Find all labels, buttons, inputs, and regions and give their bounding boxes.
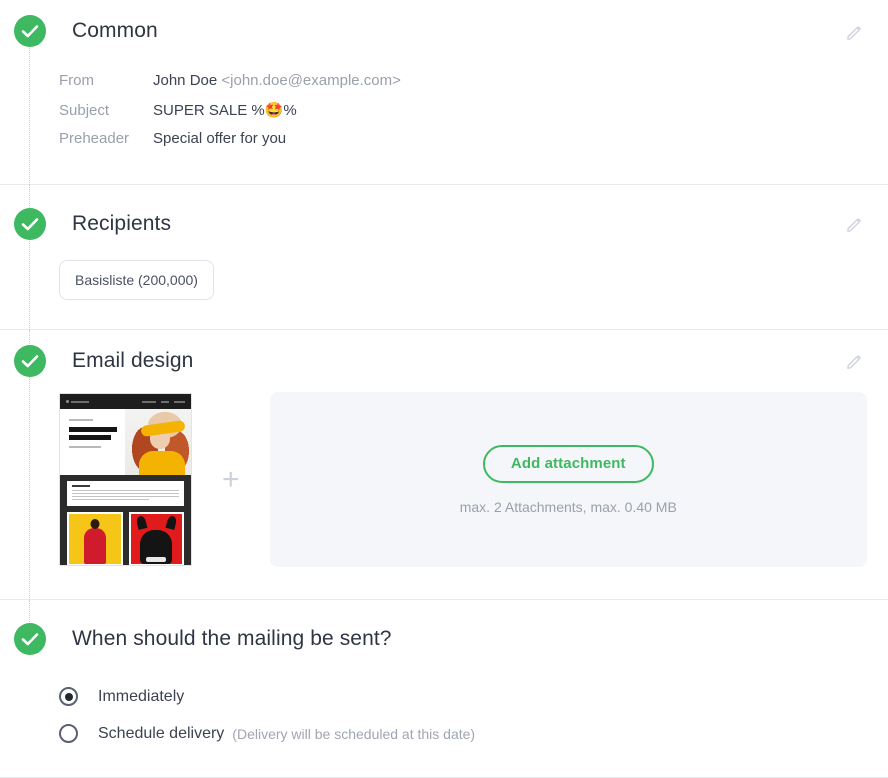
field-label: Subject — [59, 102, 110, 119]
pencil-icon — [846, 354, 861, 369]
check-circle-icon — [14, 15, 46, 47]
section-title: Recipients — [72, 212, 172, 235]
section-title: When should the mailing be sent? — [72, 627, 392, 650]
field-row-preheader: Preheader Special offer for you — [59, 130, 401, 159]
field-row-from: From John Doe <john.doe@example.com> — [59, 72, 401, 101]
thumbnail-nav-links — [142, 400, 185, 403]
add-attachment-button[interactable]: Add attachment — [482, 444, 654, 483]
recipient-list-label: Basisliste (200,000) — [75, 272, 198, 288]
email-design-body: + Add attachment max. 2 Attachments, max… — [0, 392, 888, 567]
radio-button-immediately[interactable] — [59, 687, 78, 706]
thumbnail-hero-text — [69, 419, 127, 448]
thumbnail-hero — [60, 409, 191, 475]
common-fields: From John Doe <john.doe@example.com> Sub… — [59, 72, 401, 159]
thumbnail-text-card — [67, 481, 184, 506]
thumbnail-navbar — [60, 394, 191, 409]
check-circle-icon — [14, 208, 46, 240]
field-value-preheader: Special offer for you — [153, 130, 287, 147]
radio-note: (Delivery will be scheduled at this date… — [232, 725, 476, 742]
recipient-list-chip[interactable]: Basisliste (200,000) — [59, 260, 214, 300]
plus-icon: + — [222, 462, 240, 496]
radio-label: Immediately — [98, 687, 185, 705]
field-value-subject: SUPER SALE %🤩% — [153, 101, 297, 119]
field-value-from: John Doe <john.doe@example.com> — [153, 72, 401, 89]
section-schedule: When should the mailing be sent? Immedia… — [0, 600, 888, 778]
pencil-icon — [846, 25, 861, 40]
edit-email-design-button[interactable] — [842, 349, 866, 373]
thumbnail-image-right — [128, 512, 184, 565]
thumbnail-content-block — [60, 475, 191, 565]
edit-recipients-button[interactable] — [842, 212, 866, 236]
thumbnail-logo-icon — [66, 400, 89, 403]
section-title: Common — [72, 19, 158, 42]
field-row-subject: Subject SUPER SALE %🤩% — [59, 101, 401, 130]
subject-suffix: % — [283, 102, 297, 119]
field-label: From — [59, 72, 94, 89]
radio-option-schedule-delivery[interactable]: Schedule delivery (Delivery will be sche… — [59, 715, 475, 752]
section-email-design: Email design + Add attachment max. 2 Att… — [0, 330, 888, 600]
check-circle-icon — [14, 345, 46, 377]
subject-text: SUPER SALE % — [153, 102, 265, 119]
from-email: <john.doe@example.com> — [221, 72, 401, 89]
star-struck-emoji-icon: 🤩 — [264, 102, 284, 119]
check-circle-icon — [14, 623, 46, 655]
section-common: Common From John Doe <john.doe@example.c… — [0, 0, 888, 185]
radio-button-schedule-delivery[interactable] — [59, 724, 78, 743]
section-connector-line — [29, 46, 30, 185]
thumbnail-image-grid — [67, 512, 184, 565]
section-header-recipients: Recipients — [0, 185, 888, 263]
thumbnail-image-left — [67, 512, 123, 565]
thumbnail-hero-photo — [125, 409, 191, 475]
radio-option-immediately[interactable]: Immediately — [59, 678, 475, 715]
pencil-icon — [846, 217, 861, 232]
section-title: Email design — [72, 349, 194, 372]
from-name: John Doe — [153, 72, 218, 89]
schedule-radio-group: Immediately Schedule delivery (Delivery … — [59, 678, 475, 752]
attachment-limits-hint: max. 2 Attachments, max. 0.40 MB — [459, 498, 677, 515]
section-header-email-design: Email design — [0, 330, 888, 392]
edit-common-button[interactable] — [842, 20, 866, 44]
section-header-common: Common — [0, 0, 888, 62]
section-header-schedule: When should the mailing be sent? — [0, 600, 888, 678]
radio-label: Schedule delivery — [98, 724, 225, 742]
section-recipients: Recipients Basisliste (200,000) — [0, 185, 888, 330]
email-template-thumbnail[interactable] — [59, 393, 192, 566]
attachment-dropzone[interactable]: Add attachment max. 2 Attachments, max. … — [269, 392, 867, 567]
field-label: Preheader — [59, 130, 130, 147]
